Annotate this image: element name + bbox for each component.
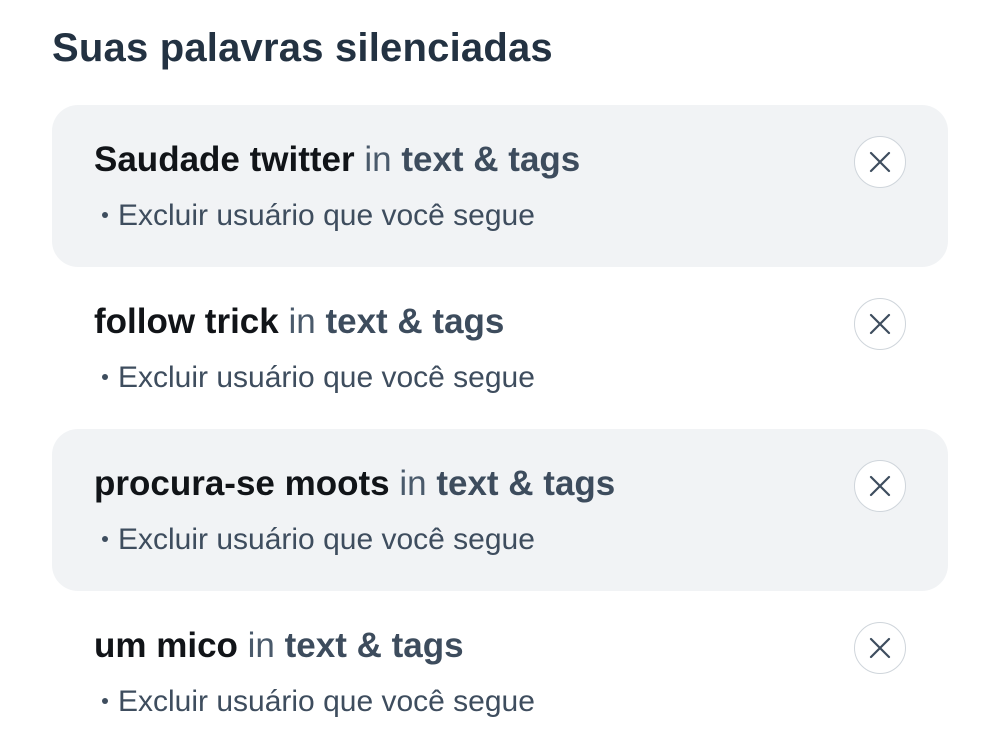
- muted-word-item: um mico in text & tags Excluir usuário q…: [52, 591, 948, 753]
- muted-word-item: procura-se moots in text & tags Excluir …: [52, 429, 948, 591]
- muted-word: procura-se moots: [94, 464, 390, 503]
- in-connector: in: [247, 626, 275, 665]
- muted-words-list: Saudade twitter in text & tags Excluir u…: [52, 105, 948, 753]
- muted-word-heading: Saudade twitter in text & tags: [94, 139, 580, 181]
- remove-muted-word-button[interactable]: [854, 136, 906, 188]
- close-icon: [869, 313, 891, 335]
- muted-word-item: Saudade twitter in text & tags Excluir u…: [52, 105, 948, 267]
- mute-option: Excluir usuário que você segue: [102, 684, 535, 720]
- page-title: Suas palavras silenciadas: [52, 26, 553, 70]
- in-connector: in: [288, 302, 316, 341]
- mute-scope: text & tags: [284, 626, 464, 665]
- mute-option-label: Excluir usuário que você segue: [118, 361, 535, 394]
- mute-scope: text & tags: [436, 464, 616, 503]
- muted-word-heading: follow trick in text & tags: [94, 301, 504, 343]
- bullet-icon: [102, 536, 108, 543]
- mute-option-label: Excluir usuário que você segue: [118, 685, 535, 718]
- muted-word-heading: um mico in text & tags: [94, 625, 464, 667]
- close-icon: [869, 637, 891, 659]
- bullet-icon: [102, 212, 108, 219]
- in-connector: in: [399, 464, 427, 503]
- close-icon: [869, 475, 891, 497]
- mute-option: Excluir usuário que você segue: [102, 522, 535, 558]
- muted-word-heading: procura-se moots in text & tags: [94, 463, 615, 505]
- remove-muted-word-button[interactable]: [854, 460, 906, 512]
- remove-muted-word-button[interactable]: [854, 622, 906, 674]
- mute-option: Excluir usuário que você segue: [102, 360, 535, 396]
- mute-option-label: Excluir usuário que você segue: [118, 199, 535, 232]
- remove-muted-word-button[interactable]: [854, 298, 906, 350]
- muted-word: follow trick: [94, 302, 279, 341]
- muted-word-item: follow trick in text & tags Excluir usuá…: [52, 267, 948, 429]
- bullet-icon: [102, 374, 108, 381]
- close-icon: [869, 151, 891, 173]
- muted-word: Saudade twitter: [94, 140, 355, 179]
- mute-option: Excluir usuário que você segue: [102, 198, 535, 234]
- muted-word: um mico: [94, 626, 238, 665]
- bullet-icon: [102, 698, 108, 705]
- mute-scope: text & tags: [401, 140, 581, 179]
- mute-option-label: Excluir usuário que você segue: [118, 523, 535, 556]
- in-connector: in: [364, 140, 392, 179]
- mute-scope: text & tags: [325, 302, 505, 341]
